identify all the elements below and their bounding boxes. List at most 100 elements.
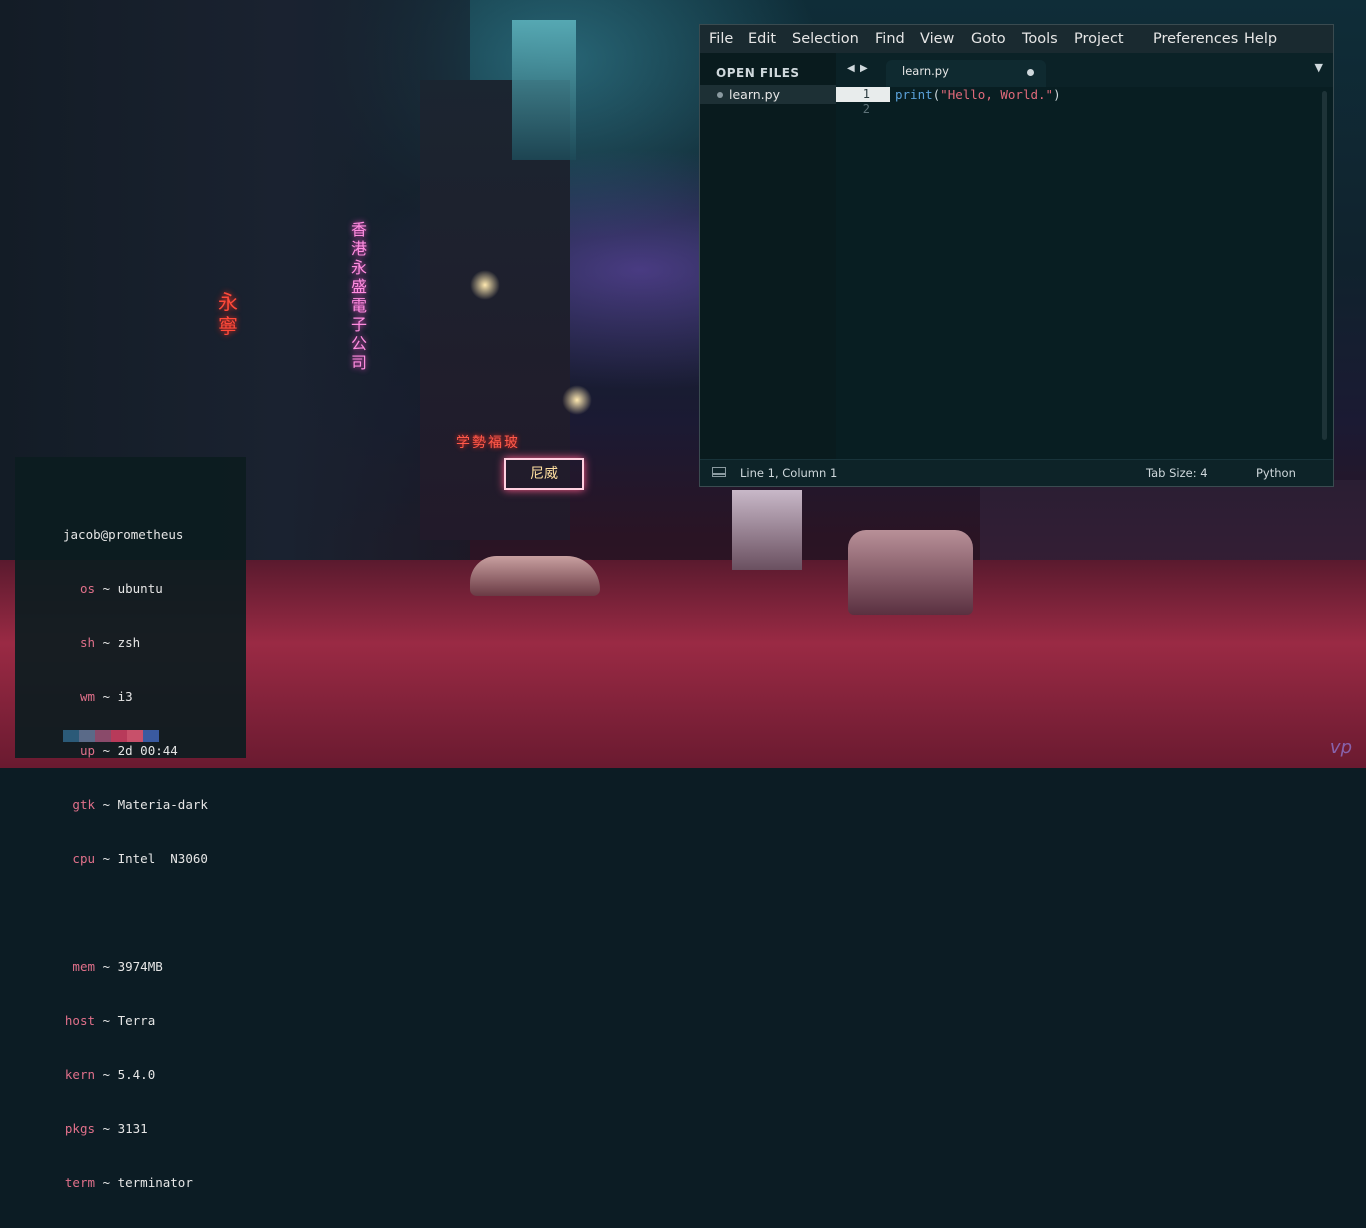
tab-size-selector[interactable]: Tab Size: 4 [1146,460,1208,486]
info-value: ubuntu [117,581,163,596]
info-separator: ~ [102,1013,111,1028]
info-row-os: os ~ ubuntu [63,580,208,598]
code-string: "Hello, World." [940,87,1054,102]
line-number: 1 [836,87,890,102]
sidebar-file-item[interactable]: learn.py [700,85,836,104]
info-value: zsh [117,635,141,650]
line-number-gutter: 1 2 [836,87,890,460]
code-paren: ) [1053,87,1061,102]
menu-tools[interactable]: Tools [1022,25,1058,53]
wallpaper-truck [732,490,802,570]
modified-dot-icon[interactable] [1027,69,1034,76]
terminal-window[interactable]: jacob@prometheus os ~ ubuntu sh ~ zsh wm… [15,457,246,1190]
tab-title: learn.py [902,64,949,78]
info-value: i3 [117,689,133,704]
info-row-up: up ~ 2d 00:44 [63,742,208,760]
info-key: up [79,743,95,758]
info-row-host: host ~ Terra [63,1012,208,1030]
info-separator: ~ [102,743,111,758]
code-function: print [895,87,933,102]
menu-goto[interactable]: Goto [971,25,1006,53]
palette-swatch [143,730,159,742]
info-separator: ~ [102,1067,111,1082]
info-key: kern [64,1067,95,1082]
menu-find[interactable]: Find [875,25,905,53]
palette-swatch [95,730,111,742]
info-value: Terra [117,1013,156,1028]
tab-bar: ◀ ▶ learn.py ▼ [836,53,1333,87]
info-key: os [79,581,95,596]
menu-view[interactable]: View [920,25,954,53]
info-separator: ~ [102,1175,111,1190]
info-separator: ~ [102,635,111,650]
vertical-scrollbar[interactable] [1322,91,1327,440]
unsaved-dot-icon [717,92,723,98]
info-value: Intel N3060 [117,851,208,866]
panel-toggle-icon[interactable] [712,467,726,477]
info-separator: ~ [102,959,111,974]
info-key: host [64,1013,95,1028]
neofetch-output: jacob@prometheus os ~ ubuntu sh ~ zsh wm… [63,490,208,1228]
tab-forward-icon[interactable]: ▶ [860,63,868,74]
cursor-position: Line 1, Column 1 [740,466,838,480]
syntax-selector[interactable]: Python [1256,460,1296,486]
neon-sign-vertical: 香港永盛電子公司 [350,220,367,372]
sidebar-file-name: learn.py [729,87,780,102]
street-lamp [562,385,592,415]
info-row-sh: sh ~ zsh [63,634,208,652]
user-host: jacob@prometheus [63,527,184,542]
info-value: 5.4.0 [117,1067,156,1082]
info-value: terminator [117,1175,193,1190]
info-value: 3974MB [117,959,163,974]
info-key: wm [79,689,95,704]
menu-file[interactable]: File [709,25,733,53]
wallpaper-car [470,556,600,596]
tab-back-icon[interactable]: ◀ [847,63,855,74]
street-lamp [470,270,500,300]
neon-sign-horizontal: 学勢福玻 [456,435,520,451]
info-key: term [64,1175,95,1190]
info-key: mem [72,959,95,974]
palette-swatch [63,730,79,742]
info-row-gtk: gtk ~ Materia-dark [63,796,208,814]
tab-learn-py[interactable]: learn.py [886,60,1046,87]
palette-swatch [79,730,95,742]
info-key: cpu [72,851,95,866]
info-key: sh [79,635,95,650]
palette-swatch [111,730,127,742]
line-number: 2 [862,102,870,116]
code-text[interactable]: print("Hello, World.") [895,87,1061,102]
info-separator: ~ [102,851,111,866]
sidebar: OPEN FILES learn.py [700,53,836,460]
info-key: pkgs [64,1121,95,1136]
palette-swatch [127,730,143,742]
open-files-heading: OPEN FILES [716,66,800,80]
menu-project[interactable]: Project [1074,25,1124,53]
menu-edit[interactable]: Edit [748,25,776,53]
info-separator: ~ [102,1121,111,1136]
info-separator: ~ [102,797,111,812]
info-value: Materia-dark [117,797,208,812]
color-palette [63,730,159,742]
info-row-cpu: cpu ~ Intel N3060 [63,850,208,868]
wallpaper-car [848,530,973,615]
info-row-kern: kern ~ 5.4.0 [63,1066,208,1084]
menu-preferences[interactable]: Preferences [1153,25,1238,53]
editor-window[interactable]: File Edit Selection Find View Goto Tools… [699,24,1334,487]
info-row-term: term ~ terminator [63,1174,208,1192]
wallpaper-tower [512,20,576,160]
menu-selection[interactable]: Selection [792,25,859,53]
info-separator: ~ [102,689,111,704]
artist-signature: vp [1329,737,1352,758]
menu-bar: File Edit Selection Find View Goto Tools… [700,25,1333,53]
info-separator: ~ [102,581,111,596]
menu-help[interactable]: Help [1244,25,1277,53]
info-row-wm: wm ~ i3 [63,688,208,706]
status-bar: Line 1, Column 1 Tab Size: 4 Python [700,459,1333,486]
tab-dropdown-icon[interactable]: ▼ [1315,61,1323,74]
info-value: 2d 00:44 [117,743,178,758]
neon-sign-red: 永寧 [218,290,238,338]
info-row-mem: mem ~ 3974MB [63,958,208,976]
code-editor[interactable]: 1 2 print("Hello, World.") [836,87,1333,460]
